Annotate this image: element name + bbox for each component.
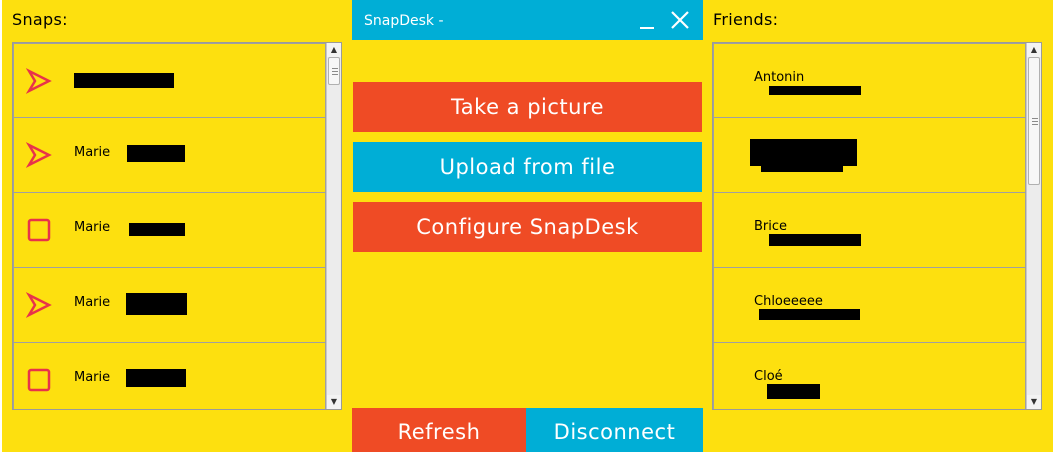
scrollbar-thumb[interactable] [1028,57,1040,185]
scroll-down-icon[interactable]: ▼ [327,395,341,409]
snaps-heading: Snaps: [12,10,68,29]
friend-item[interactable] [713,117,1026,193]
snap-sender: Marie [74,370,111,385]
friend-item[interactable]: Cloé [713,342,1026,409]
snaps-list[interactable]: Marie Marie Marie Marie ▲ ▼ [12,42,342,410]
take-picture-button[interactable]: Take a picture [353,82,702,132]
redacted-name [74,73,174,88]
snap-sender: Marie [74,145,111,160]
redacted-name [126,293,187,315]
redacted-name [769,234,861,246]
redacted-name [750,139,857,166]
snap-item[interactable] [13,43,326,118]
friend-name: Chloeeeee [754,294,823,309]
friend-name: Cloé [754,369,783,384]
scroll-down-icon[interactable]: ▼ [1027,395,1041,409]
snap-item[interactable]: Marie [13,342,326,409]
snap-sender: Marie [74,220,111,235]
friends-panel: Friends: Antonin Brice Chloeeeee Cloé ▲ … [703,0,1053,452]
title-bar[interactable]: SnapDesk - [352,0,703,40]
redacted-name [769,86,861,95]
opened-snap-square-icon [27,218,51,242]
redacted-name [761,164,843,172]
snaps-panel: Snaps: Marie Marie Marie Marie ▲ ▼ [2,0,352,452]
redacted-name [127,145,185,162]
scroll-up-icon[interactable]: ▲ [1027,43,1041,57]
friend-item[interactable]: Chloeeeee [713,267,1026,343]
friend-item[interactable]: Brice [713,192,1026,268]
unopened-snap-arrow-icon [26,68,52,94]
scroll-up-icon[interactable]: ▲ [327,43,341,57]
window-title: SnapDesk - [364,13,444,29]
scrollbar-thumb[interactable] [328,57,340,85]
redacted-name [767,384,820,399]
friends-list[interactable]: Antonin Brice Chloeeeee Cloé ▲ ▼ [712,42,1042,410]
unopened-snap-arrow-icon [26,292,52,318]
friend-name: Brice [754,219,788,234]
snap-sender: Marie [74,295,111,310]
close-icon[interactable] [669,8,691,32]
refresh-button[interactable]: Refresh [352,408,526,452]
upload-from-file-button[interactable]: Upload from file [353,142,702,192]
snaps-scrollbar[interactable]: ▲ ▼ [326,43,341,409]
friends-scrollbar[interactable]: ▲ ▼ [1026,43,1041,409]
unopened-snap-arrow-icon [26,142,52,168]
configure-button[interactable]: Configure SnapDesk [353,202,702,252]
friend-name: Antonin [754,70,805,85]
snap-item[interactable]: Marie [13,117,326,193]
minimize-icon[interactable] [637,8,659,32]
disconnect-button[interactable]: Disconnect [526,408,703,452]
redacted-name [129,223,185,236]
snapdesk-window: SnapDesk - Take a picture Upload from fi… [352,0,703,452]
friends-heading: Friends: [713,10,779,29]
redacted-name [759,309,860,320]
redacted-name [126,369,186,387]
snap-item[interactable]: Marie [13,267,326,343]
snap-item[interactable]: Marie [13,192,326,268]
friend-item[interactable]: Antonin [713,43,1026,118]
opened-snap-square-icon [27,368,51,392]
